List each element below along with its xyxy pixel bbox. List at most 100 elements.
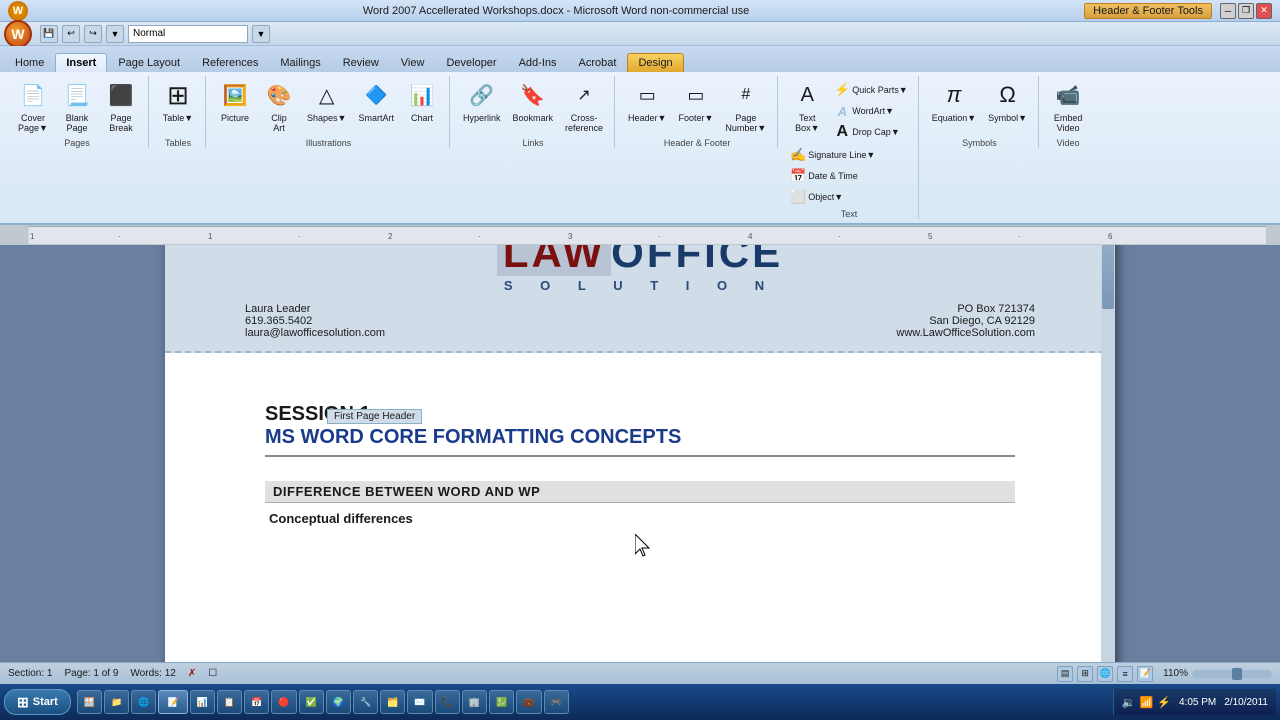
customize-btn[interactable]: ▼ [106, 25, 124, 43]
ribbon-group-illustrations: 🖼️ Picture 🎨 ClipArt △ Shapes▼ 🔷 SmartAr… [208, 76, 450, 148]
view-outline-button[interactable]: ≡ [1117, 666, 1133, 682]
status-words: Words: 12 [130, 668, 175, 679]
window-title: Word 2007 Accellerated Workshops.docx - … [28, 5, 1084, 17]
svg-text:4: 4 [748, 232, 753, 241]
equation-label: Equation▼ [932, 113, 976, 123]
save-quick-btn[interactable]: 💾 [40, 25, 58, 43]
table-button[interactable]: ⊞ Table▼ [157, 76, 199, 126]
close-button[interactable]: ✕ [1256, 3, 1272, 19]
taskbar-app-9[interactable]: 🗂️ [380, 690, 405, 714]
equation-button[interactable]: π Equation▼ [927, 76, 981, 126]
tab-page-layout[interactable]: Page Layout [107, 53, 191, 72]
taskbar-app-13[interactable]: 💹 [489, 690, 514, 714]
symbol-label: Symbol▼ [988, 113, 1027, 123]
tray-icon-3: ⚡ [1157, 696, 1171, 709]
date-time-button[interactable]: 📅 Date & Time [786, 166, 879, 186]
tab-view[interactable]: View [390, 53, 436, 72]
tab-references[interactable]: References [191, 53, 269, 72]
page-break-button[interactable]: ⬛ PageBreak [100, 76, 142, 136]
minimize-button[interactable]: ─ [1220, 3, 1236, 19]
taskbar-app-word[interactable]: 📝 [158, 690, 187, 714]
symbol-button[interactable]: Ω Symbol▼ [983, 76, 1032, 126]
taskbar-app-ie[interactable]: 🌐 [131, 690, 156, 714]
logo-law: LAW [497, 245, 611, 276]
video-group-label: Video [1057, 136, 1080, 148]
restore-button[interactable]: ❐ [1238, 3, 1254, 19]
taskbar-app-3[interactable]: 📋 [217, 690, 242, 714]
view-fullscreen-button[interactable]: ⊞ [1077, 666, 1093, 682]
taskbar-app-12[interactable]: 🏢 [462, 690, 487, 714]
view-web-button[interactable]: 🌐 [1097, 666, 1113, 682]
ribbon: Home Insert Page Layout References Maili… [0, 46, 1280, 225]
taskbar-app-8[interactable]: 🔧 [353, 690, 378, 714]
signature-line-button[interactable]: ✍ Signature Line▼ [786, 145, 879, 165]
taskbar-app-11[interactable]: 📞 [435, 690, 460, 714]
taskbar-app-7[interactable]: 🌍 [326, 690, 351, 714]
embed-video-button[interactable]: 📹 EmbedVideo [1047, 76, 1089, 136]
taskbar-app-15[interactable]: 🎮 [544, 690, 569, 714]
undo-btn[interactable]: ↩ [62, 25, 80, 43]
quick-access-toolbar: W 💾 ↩ ↪ ▼ Normal ▼ [0, 22, 1280, 46]
object-button[interactable]: ⬜ Object▼ [786, 187, 879, 207]
quick-parts-button[interactable]: ⚡ Quick Parts▼ [830, 80, 911, 100]
contact-name: Laura Leader [245, 303, 385, 315]
taskbar-app-excel[interactable]: 📊 [190, 690, 215, 714]
smartart-icon: 🔷 [360, 79, 392, 111]
shapes-label: Shapes▼ [307, 113, 346, 123]
footer-button[interactable]: ▭ Footer▼ [673, 76, 718, 126]
cross-reference-button[interactable]: ↗ Cross-reference [560, 76, 608, 136]
zoom-slider[interactable] [1192, 670, 1272, 678]
tab-acrobat[interactable]: Acrobat [568, 53, 628, 72]
text-box-button[interactable]: A TextBox▼ [786, 76, 828, 142]
tab-developer[interactable]: Developer [435, 53, 507, 72]
taskbar-app-5[interactable]: 🔴 [271, 690, 296, 714]
taskbar: ⊞ Start 🪟 📁 🌐 📝 📊 📋 📅 🔴 ✅ 🌍 🔧 🗂️ ✉️ 📞 🏢 … [0, 684, 1280, 720]
wordart-button[interactable]: A WordArt▼ [830, 101, 911, 121]
start-button[interactable]: ⊞ Start [4, 689, 71, 715]
status-bar: Section: 1 Page: 1 of 9 Words: 12 ✗ ☐ ▤ … [0, 662, 1280, 684]
zoom-thumb[interactable] [1232, 668, 1242, 680]
office-orb[interactable]: W [4, 20, 32, 48]
taskbar-app-10[interactable]: ✉️ [407, 690, 432, 714]
svg-text:6: 6 [1108, 232, 1113, 241]
tab-design[interactable]: Design [627, 53, 683, 72]
bookmark-button[interactable]: 🔖 Bookmark [507, 76, 558, 126]
document-page[interactable]: LAW OFFICE S O L U T I O N Laura Leader … [165, 245, 1115, 662]
scroll-thumb[interactable] [1102, 245, 1114, 309]
drop-cap-button[interactable]: A Drop Cap▼ [830, 122, 911, 142]
tab-mailings[interactable]: Mailings [269, 53, 331, 72]
expand-btn[interactable]: ▼ [252, 25, 270, 43]
taskbar-app-6[interactable]: ✅ [299, 690, 324, 714]
right-scrollbar[interactable]: ▲ ▼ [1101, 245, 1115, 662]
view-print-button[interactable]: ▤ [1057, 666, 1073, 682]
shapes-button[interactable]: △ Shapes▼ [302, 76, 351, 126]
cover-page-button[interactable]: 📄 CoverPage▼ [12, 76, 54, 136]
clip-art-button[interactable]: 🎨 ClipArt [258, 76, 300, 136]
taskbar-app-14[interactable]: 💼 [516, 690, 541, 714]
redo-btn[interactable]: ↪ [84, 25, 102, 43]
style-dropdown[interactable]: Normal [128, 25, 248, 43]
tab-insert[interactable]: Insert [55, 53, 107, 72]
pages-group-label: Pages [64, 136, 90, 148]
taskbar-app-4[interactable]: 📅 [244, 690, 269, 714]
tab-review[interactable]: Review [332, 53, 390, 72]
header-button[interactable]: ▭ Header▼ [623, 76, 671, 126]
shapes-icon: △ [311, 79, 343, 111]
contact-city: San Diego, CA 92129 [896, 315, 1035, 327]
taskbar-app-explorer[interactable]: 🪟 [77, 690, 102, 714]
view-draft-button[interactable]: 📝 [1137, 666, 1153, 682]
quick-parts-icon: ⚡ [834, 82, 850, 98]
page-number-button[interactable]: # PageNumber▼ [720, 76, 771, 136]
ribbon-group-text: A TextBox▼ ⚡ Quick Parts▼ A WordArt▼ [780, 76, 918, 219]
picture-button[interactable]: 🖼️ Picture [214, 76, 256, 126]
chart-button[interactable]: 📊 Chart [401, 76, 443, 126]
tab-add-ins[interactable]: Add-Ins [508, 53, 568, 72]
smartart-button[interactable]: 🔷 SmartArt [353, 76, 399, 126]
taskbar-app-folder[interactable]: 📁 [104, 690, 129, 714]
blank-page-button[interactable]: 📃 BlankPage [56, 76, 98, 136]
hyperlink-button[interactable]: 🔗 Hyperlink [458, 76, 506, 126]
tab-home[interactable]: Home [4, 53, 55, 72]
document-area[interactable]: LAW OFFICE S O L U T I O N Laura Leader … [0, 245, 1280, 662]
page-body[interactable]: SESSION 1: MS WORD CORE FORMATTING CONCE… [165, 353, 1115, 546]
date-time-label: Date & Time [808, 171, 858, 181]
